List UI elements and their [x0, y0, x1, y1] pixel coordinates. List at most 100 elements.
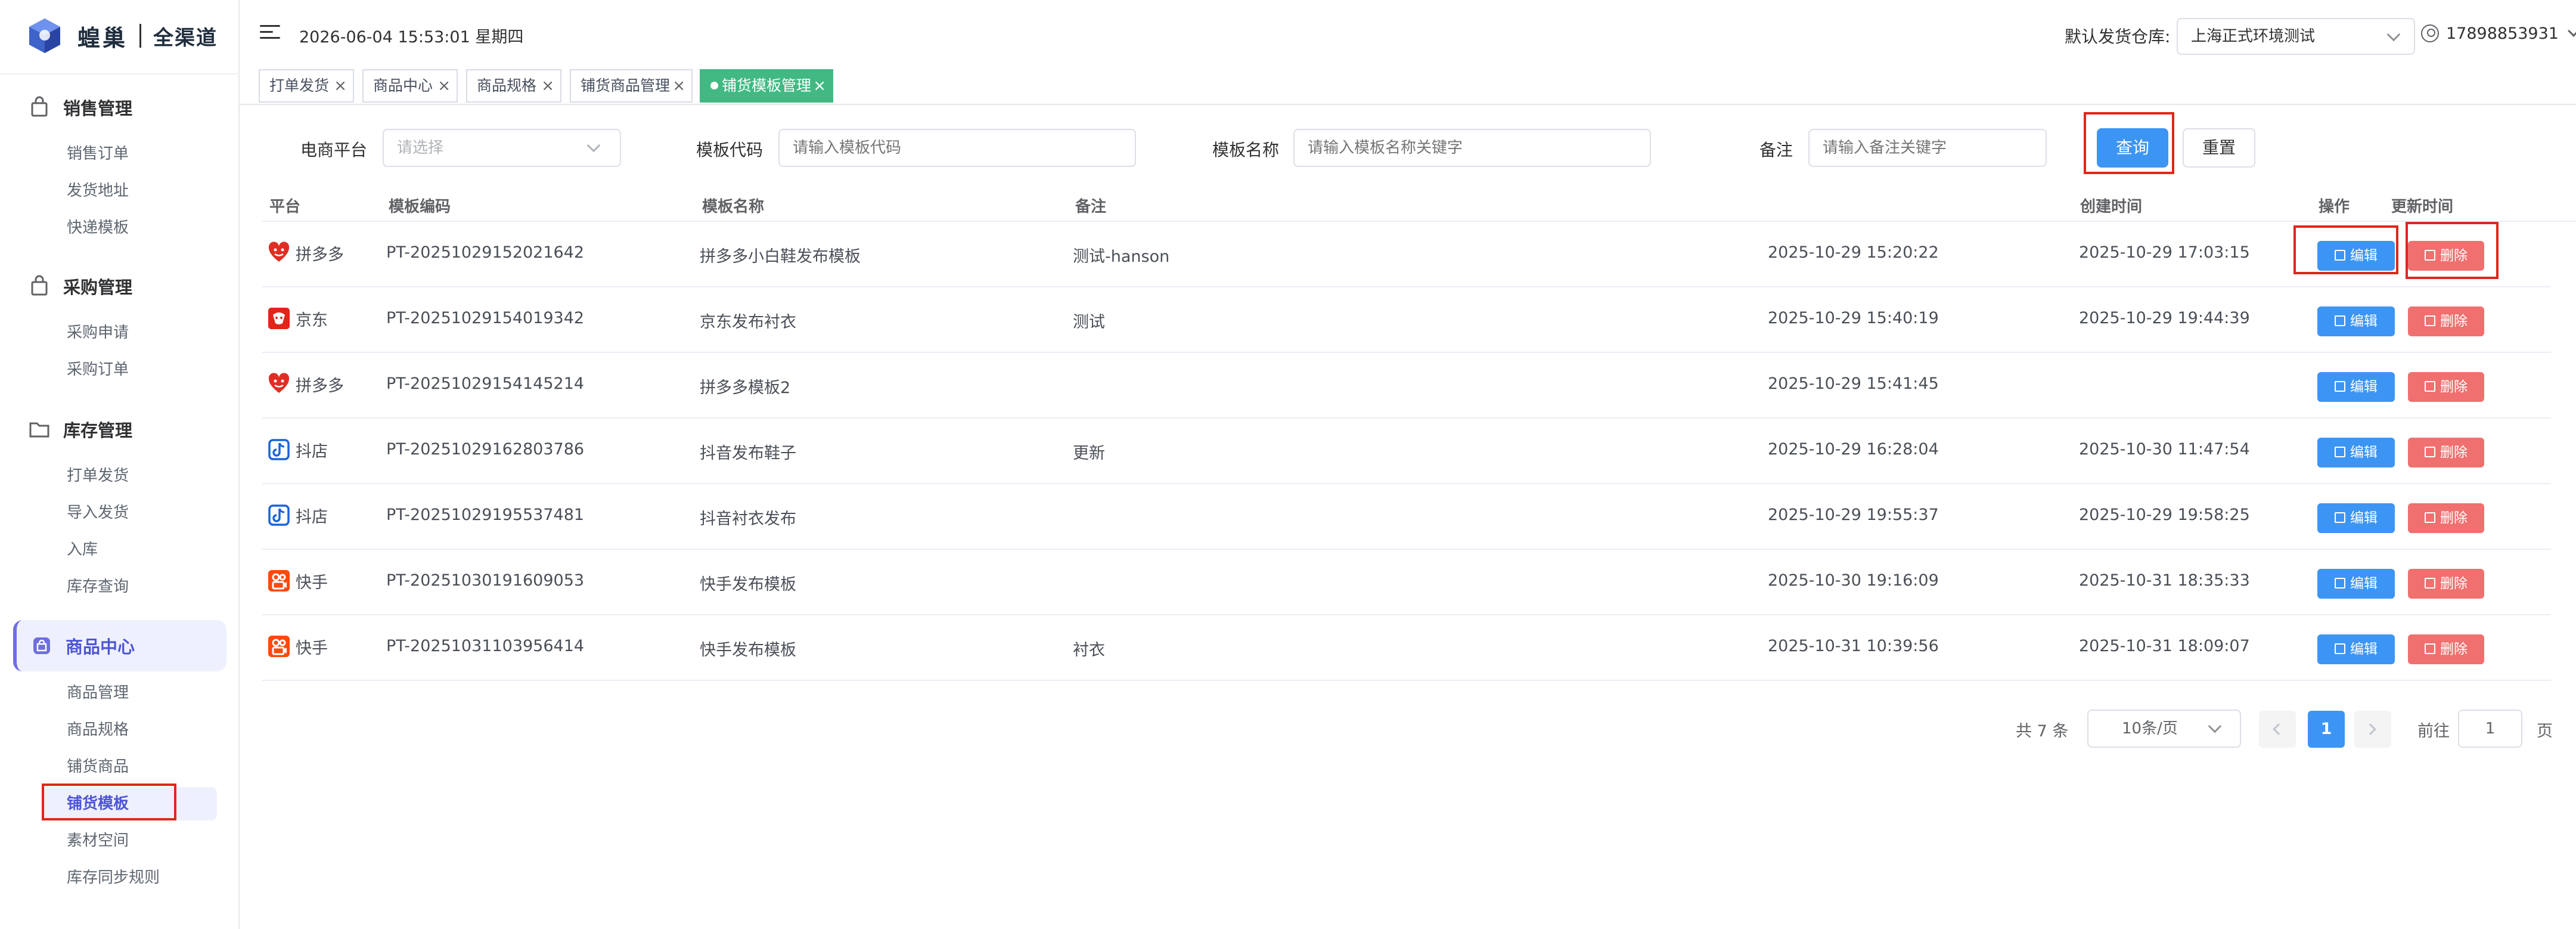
delete-button[interactable]: 删除 [2408, 241, 2484, 271]
menu-group-sales-head[interactable]: 销售管理 [27, 94, 132, 120]
sidebar-item-stock-sync-rule[interactable]: 库存同步规则 [67, 866, 160, 890]
edit-button[interactable]: 编辑 [2317, 241, 2395, 271]
sidebar-item-listing-template[interactable]: 铺货模板 [42, 787, 217, 820]
warehouse-select[interactable]: 上海正式环境测试 [2177, 18, 2415, 55]
tab-listing-product[interactable]: 铺货商品管理 × [570, 69, 693, 103]
platform-cell: 抖店 [267, 503, 328, 527]
close-icon[interactable]: × [437, 70, 451, 101]
close-icon[interactable]: × [813, 70, 826, 101]
menu-toggle-icon[interactable] [260, 25, 280, 42]
edit-button[interactable]: 编辑 [2317, 306, 2395, 336]
goto-page-input[interactable]: 1 [2458, 710, 2522, 748]
page-number-current[interactable]: 1 [2308, 711, 2345, 748]
template-code: PT-20251029195537481 [386, 506, 585, 524]
app-logo[interactable]: 蝗巢 全渠道 [26, 17, 218, 55]
platform-cell: 快手 [267, 569, 328, 593]
code-filter-label: 模板代码 [696, 140, 764, 160]
created-time: 2025-10-29 15:20:22 [1768, 243, 1939, 262]
edit-button[interactable]: 编辑 [2317, 372, 2395, 402]
tabs-bar: 打单发货 × 商品中心 × 商品规格 × 铺货商品管理 × 铺货模板管理 × [240, 68, 2576, 105]
chevron-down-icon [586, 138, 601, 153]
prev-page-button[interactable] [2259, 711, 2296, 748]
delete-button[interactable]: 删除 [2408, 438, 2484, 467]
sidebar-item-material-space[interactable]: 素材空间 [67, 829, 129, 853]
updated-time: 2025-10-29 19:44:39 [2079, 309, 2250, 327]
template-remark: 测试-hanson [1073, 247, 1170, 266]
remark-filter-label: 备注 [1759, 140, 1793, 160]
delete-button[interactable]: 删除 [2408, 569, 2484, 599]
tab-listing-template[interactable]: 铺货模板管理 × [700, 69, 833, 103]
tab-product-spec[interactable]: 商品规格 × [466, 69, 561, 103]
page-size-select[interactable]: 10条/页 [2087, 710, 2241, 748]
sidebar-item-inbound[interactable]: 入库 [67, 538, 98, 562]
user-menu[interactable]: 17898853931 [2421, 23, 2576, 44]
sidebar-item-purchase-order[interactable]: 采购订单 [67, 358, 129, 382]
table-row: 拼多多 PT-20251029154145214 拼多多模板2 2025-10-… [262, 353, 2551, 419]
table-row: 快手 PT-20251030191609053 快手发布模板 2025-10-3… [262, 550, 2551, 615]
column-header-name: 模板名称 [702, 198, 765, 216]
created-time: 2025-10-29 16:28:04 [1768, 440, 1939, 459]
tab-label: 铺货商品管理 [581, 77, 671, 94]
edit-label: 编辑 [2350, 248, 2378, 264]
edit-button[interactable]: 编辑 [2317, 634, 2395, 664]
sidebar-item-shipping-address[interactable]: 发货地址 [67, 179, 129, 203]
close-icon[interactable]: × [541, 70, 554, 101]
logo-icon [29, 18, 60, 53]
edit-button[interactable]: 编辑 [2317, 503, 2395, 533]
platform-select[interactable]: 请选择 [383, 129, 621, 167]
delete-button[interactable]: 删除 [2408, 372, 2484, 402]
sidebar-item-express-template[interactable]: 快递模板 [67, 216, 129, 240]
next-page-button[interactable] [2354, 711, 2391, 748]
sidebar-item-listing-product[interactable]: 铺货商品 [67, 755, 129, 779]
name-filter-label: 模板名称 [1212, 140, 1280, 160]
menu-group-inventory-head[interactable]: 库存管理 [27, 416, 132, 442]
menu-group-label: 销售管理 [63, 98, 133, 119]
query-button[interactable]: 查询 [2097, 128, 2168, 168]
platform-placeholder: 请选择 [397, 139, 444, 157]
tab-print-ship[interactable]: 打单发货 × [259, 69, 354, 103]
pinduoduo-icon [268, 373, 290, 393]
table-row: 京东 PT-20251029154019342 京东发布衬衣 测试 2025-1… [262, 287, 2551, 353]
updated-time: 2025-10-30 11:47:54 [2079, 440, 2250, 459]
template-code: PT-20251029154145214 [386, 374, 585, 393]
close-icon[interactable]: × [672, 70, 685, 101]
template-name: 京东发布衬衣 [700, 313, 796, 332]
template-name: 抖音衬衣发布 [700, 510, 796, 528]
edit-label: 编辑 [2350, 445, 2378, 460]
close-icon[interactable]: × [334, 70, 347, 101]
sidebar-item-import-ship[interactable]: 导入发货 [67, 501, 129, 525]
kuaishou-icon [268, 570, 290, 592]
tab-label: 商品规格 [477, 77, 537, 94]
platform-name: 快手 [296, 573, 328, 592]
updated-time: 2025-10-31 18:35:33 [2079, 571, 2250, 590]
name-input[interactable] [1293, 129, 1651, 167]
template-code: PT-20251029154019342 [386, 309, 585, 327]
tab-product-center[interactable]: 商品中心 × [362, 69, 458, 103]
platform-cell: 快手 [267, 634, 328, 658]
sidebar-item-product-manage[interactable]: 商品管理 [67, 681, 129, 705]
delete-button[interactable]: 删除 [2408, 306, 2484, 336]
edit-button[interactable]: 编辑 [2317, 569, 2395, 599]
template-name: 快手发布模板 [700, 575, 796, 594]
sidebar-item-product-spec[interactable]: 商品规格 [67, 718, 129, 742]
menu-group-purchase-head[interactable]: 采购管理 [27, 273, 132, 299]
template-remark: 更新 [1073, 444, 1105, 463]
code-input[interactable] [778, 129, 1136, 167]
sidebar-item-sales-orders[interactable]: 销售订单 [67, 142, 129, 166]
sidebar-item-print-ship[interactable]: 打单发货 [67, 464, 129, 488]
douyin-icon [268, 504, 290, 526]
delete-button[interactable]: 删除 [2408, 503, 2484, 533]
sidebar-item-stock-query[interactable]: 库存查询 [67, 575, 129, 599]
menu-group-product-head[interactable]: 商品中心 [13, 620, 226, 671]
delete-button[interactable]: 删除 [2408, 634, 2484, 664]
edit-icon [2335, 446, 2345, 457]
table-row: 拼多多 PT-20251029152021642 拼多多小白鞋发布模板 测试-h… [262, 222, 2551, 287]
column-header-remark: 备注 [1075, 198, 1107, 216]
reset-button[interactable]: 重置 [2183, 128, 2255, 168]
trash-icon [2425, 315, 2435, 326]
created-time: 2025-10-29 15:41:45 [1768, 374, 1939, 393]
edit-button[interactable]: 编辑 [2317, 438, 2395, 467]
sidebar-item-purchase-request[interactable]: 采购申请 [67, 321, 129, 345]
platform-cell: 拼多多 [267, 372, 344, 396]
remark-input[interactable] [1808, 129, 2047, 167]
